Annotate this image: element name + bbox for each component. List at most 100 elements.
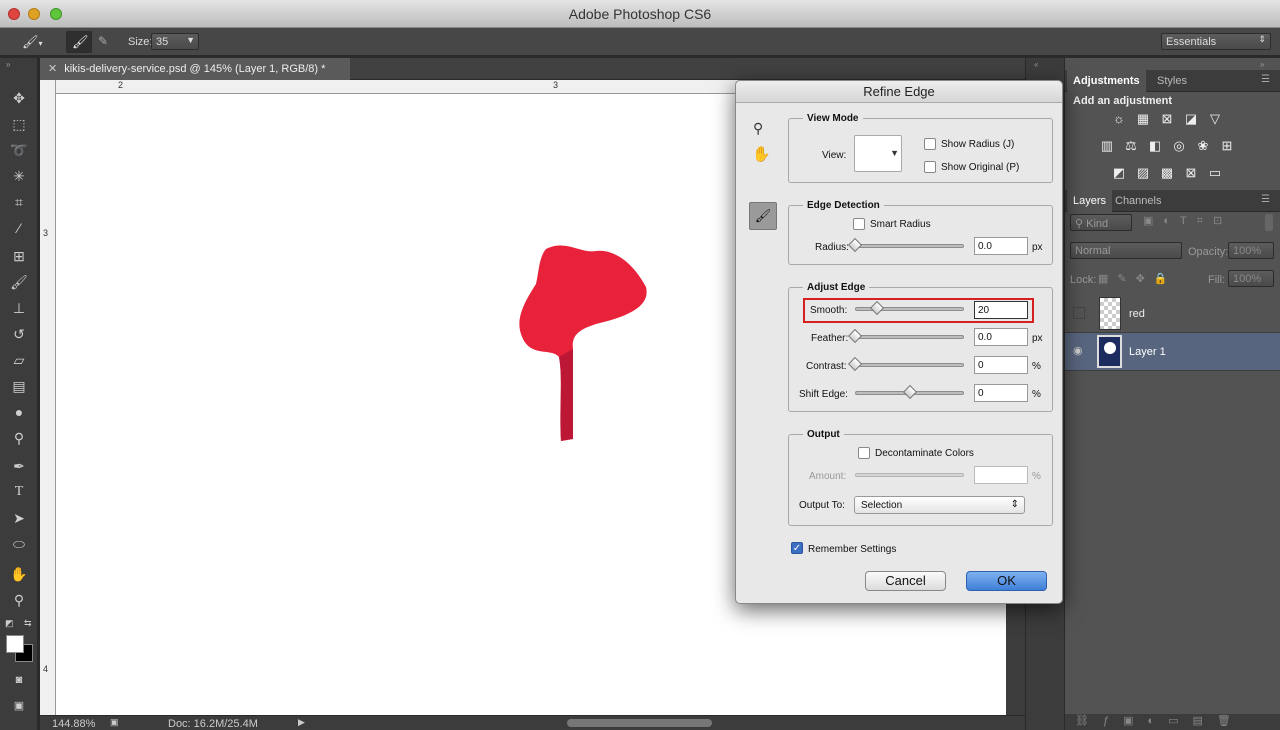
layers-footer-icons[interactable]: ⛓ƒ▣◐▭▤🗑 bbox=[1065, 714, 1280, 730]
blur-tool[interactable]: ● bbox=[8, 402, 30, 422]
show-original-checkbox[interactable] bbox=[924, 161, 936, 173]
remember-settings-checkbox[interactable]: ✓ bbox=[791, 542, 803, 554]
screen-mode-button[interactable]: ▣ bbox=[8, 696, 30, 716]
close-tab-icon[interactable]: ✕ bbox=[48, 63, 57, 75]
zoom-tool-icon[interactable]: ⚲ bbox=[753, 120, 763, 137]
ellipse-tool[interactable]: ⬭ bbox=[8, 534, 30, 554]
layer-row-layer-1[interactable]: ◉ Layer 1 bbox=[1065, 333, 1280, 371]
quick-mask-button[interactable]: ◙ bbox=[8, 670, 30, 690]
decontaminate-colors-checkbox[interactable] bbox=[858, 447, 870, 459]
default-colors-icon[interactable]: ◩ bbox=[5, 618, 14, 629]
photo-filter-icon[interactable]: ◎ bbox=[1170, 138, 1188, 154]
foreground-color-swatch[interactable] bbox=[6, 635, 24, 653]
eye-icon[interactable]: ◉ bbox=[1073, 344, 1083, 357]
lock-icons[interactable]: ▦✎✥🔒 bbox=[1098, 272, 1177, 285]
curves-icon[interactable]: ⊠ bbox=[1158, 111, 1176, 127]
feather-slider-track[interactable] bbox=[855, 335, 964, 339]
blend-mode-dropdown[interactable]: Normal bbox=[1070, 242, 1182, 259]
checkmark-icon: ✓ bbox=[792, 543, 802, 554]
status-icon[interactable]: ▣ bbox=[110, 717, 119, 728]
panel-menu-icon[interactable]: ☰ bbox=[1261, 194, 1270, 205]
collapse-arrows-icon[interactable]: « bbox=[1034, 60, 1038, 69]
contrast-slider-track[interactable] bbox=[855, 363, 964, 367]
black-white-icon[interactable]: ◧ bbox=[1146, 138, 1164, 154]
layer-row-red[interactable]: red bbox=[1065, 295, 1280, 333]
radius-input[interactable] bbox=[974, 237, 1028, 255]
tab-styles[interactable]: Styles bbox=[1151, 70, 1193, 92]
path-selection-tool[interactable]: ➤ bbox=[8, 508, 30, 528]
updown-arrows-icon: ⇕ bbox=[1010, 499, 1019, 510]
visibility-toggle[interactable] bbox=[1073, 307, 1085, 319]
smooth-input[interactable] bbox=[974, 301, 1028, 319]
document-tab[interactable]: ✕ kikis-delivery-service.psd @ 145% (Laye… bbox=[40, 58, 350, 80]
marquee-tool[interactable]: ⬚ bbox=[8, 114, 30, 134]
ruler-label: 2 bbox=[118, 80, 124, 90]
brush-preset-picker[interactable]: 🖌▾ bbox=[22, 34, 52, 50]
brush-tool[interactable]: 🖌 bbox=[8, 272, 30, 292]
size-dropdown[interactable]: 35 ▼ bbox=[151, 33, 199, 50]
levels-icon[interactable]: ▦ bbox=[1134, 111, 1152, 127]
clone-stamp-tool[interactable]: ⊥ bbox=[8, 298, 30, 318]
eyedropper-tool[interactable]: ⁄ bbox=[8, 218, 30, 238]
brightness-icon[interactable]: ☼ bbox=[1110, 111, 1128, 127]
collapse-arrows-icon[interactable]: » bbox=[1260, 60, 1264, 69]
exposure-icon[interactable]: ◪ bbox=[1182, 111, 1200, 127]
vibrance-icon[interactable]: ▽ bbox=[1206, 111, 1224, 127]
workspace-dropdown[interactable]: Essentials ⇕ bbox=[1161, 33, 1271, 50]
ok-button[interactable]: OK bbox=[966, 571, 1047, 591]
threshold-icon[interactable]: ▩ bbox=[1158, 165, 1176, 181]
cancel-button[interactable]: Cancel bbox=[865, 571, 946, 591]
brush-icon: 🖌 bbox=[72, 34, 89, 49]
fill-field[interactable]: 100% bbox=[1228, 270, 1274, 287]
refine-radius-tool-button[interactable]: 🖌 bbox=[66, 31, 92, 53]
contrast-input[interactable] bbox=[974, 356, 1028, 374]
ruler-label: 3 bbox=[43, 228, 49, 238]
crop-tool[interactable]: ⌗ bbox=[8, 192, 30, 212]
show-radius-checkbox[interactable] bbox=[924, 138, 936, 150]
gradient-map-icon[interactable]: ▭ bbox=[1206, 165, 1224, 181]
tab-channels[interactable]: Channels bbox=[1109, 190, 1167, 212]
hand-tool-icon[interactable]: ✋ bbox=[752, 145, 771, 163]
opacity-field[interactable]: 100% bbox=[1228, 242, 1274, 259]
hand-tool[interactable]: ✋ bbox=[8, 564, 30, 584]
magic-wand-tool[interactable]: ✳ bbox=[8, 166, 30, 186]
hue-saturation-icon[interactable]: ▥ bbox=[1098, 138, 1116, 154]
history-brush-tool[interactable]: ↺ bbox=[8, 324, 30, 344]
panel-menu-icon[interactable]: ☰ bbox=[1261, 74, 1270, 85]
feather-input[interactable] bbox=[974, 328, 1028, 346]
erase-refinements-tool-button[interactable]: ✎ bbox=[98, 34, 118, 50]
pen-tool[interactable]: ✒ bbox=[8, 456, 30, 476]
ruler-label: 3 bbox=[553, 80, 559, 90]
radius-slider-track[interactable] bbox=[855, 244, 964, 248]
posterize-icon[interactable]: ▨ bbox=[1134, 165, 1152, 181]
color-lookup-icon[interactable]: ⊞ bbox=[1218, 138, 1236, 154]
healing-brush-tool[interactable]: ⊞ bbox=[8, 246, 30, 266]
swap-colors-icon[interactable]: ⇆ bbox=[24, 618, 32, 629]
invert-icon[interactable]: ◩ bbox=[1110, 165, 1128, 181]
shift-edge-input[interactable] bbox=[974, 384, 1028, 402]
filter-toggle[interactable] bbox=[1265, 214, 1273, 231]
collapse-arrows-icon[interactable]: » bbox=[6, 60, 10, 69]
layer-filter-icons[interactable]: ▣◐T⌗⊡ bbox=[1143, 214, 1232, 228]
refine-radius-tool-button[interactable]: 🖌 bbox=[749, 202, 777, 230]
eraser-tool[interactable]: ▱ bbox=[8, 350, 30, 370]
selective-color-icon[interactable]: ⊠ bbox=[1182, 165, 1200, 181]
view-label: View: bbox=[822, 150, 847, 161]
gradient-tool[interactable]: ▤ bbox=[8, 376, 30, 396]
lasso-tool[interactable]: ➰ bbox=[8, 140, 30, 160]
output-to-dropdown[interactable]: Selection ⇕ bbox=[854, 496, 1025, 514]
smart-radius-checkbox[interactable] bbox=[853, 218, 865, 230]
play-arrow-icon[interactable]: ▶ bbox=[298, 717, 305, 728]
tab-layers[interactable]: Layers bbox=[1067, 190, 1113, 212]
tab-adjustments[interactable]: Adjustments bbox=[1067, 70, 1146, 92]
dodge-tool[interactable]: ⚲ bbox=[8, 428, 30, 448]
layer-filter-dropdown[interactable]: ⚲ Kind bbox=[1070, 214, 1132, 231]
horizontal-scrollbar-thumb[interactable] bbox=[567, 719, 712, 727]
channel-mixer-icon[interactable]: ❀ bbox=[1194, 138, 1212, 154]
move-tool[interactable]: ✥ bbox=[8, 88, 30, 108]
brush-icon: 🖌 bbox=[10, 274, 28, 290]
view-mode-picker[interactable]: ▼ bbox=[854, 135, 902, 172]
zoom-tool[interactable]: ⚲ bbox=[8, 590, 30, 610]
type-tool[interactable]: T bbox=[8, 482, 30, 502]
color-balance-icon[interactable]: ⚖ bbox=[1122, 138, 1140, 154]
